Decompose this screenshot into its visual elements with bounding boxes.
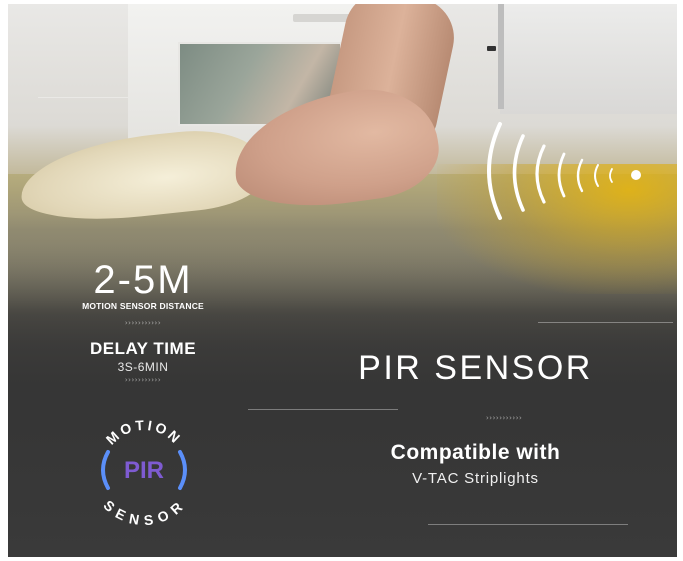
decorative-line [538, 322, 673, 323]
sensor-icon [487, 46, 496, 51]
badge-center-text: PIR [124, 457, 164, 484]
badge-left-bracket [101, 450, 110, 490]
specs-column: 2-5M MOTION SENSOR DISTANCE ››››››››››› … [68, 259, 218, 384]
delay-title: DELAY TIME [89, 339, 197, 358]
badge-top-arc-text: MOTION [103, 417, 186, 448]
decorative-line [428, 524, 628, 525]
background-wall [500, 4, 677, 114]
badge-right-bracket [178, 450, 187, 490]
product-title: PIR SENSOR [358, 349, 593, 387]
product-banner: 2-5M MOTION SENSOR DISTANCE ››››››››››› … [8, 4, 677, 557]
motion-pir-sensor-badge: MOTION SENSOR PIR [100, 417, 187, 526]
compatible-subtitle: V-TAC Striplights [412, 470, 539, 487]
sensor-strip [498, 4, 504, 109]
decorative-line [38, 97, 128, 98]
distance-caption: MOTION SENSOR DISTANCE [82, 301, 204, 311]
signal-waves-icon [487, 122, 641, 220]
separator-chevrons: ››››››››››› [486, 414, 523, 422]
separator-chevrons: ››››››››››› [124, 376, 162, 384]
badge-bottom-arc-text: SENSOR [100, 497, 187, 526]
separator-chevrons: ››››››››››› [124, 319, 162, 327]
decorative-line [248, 409, 398, 410]
distance-value: 2-5M [93, 258, 193, 302]
delay-value: 3S-6MIN [117, 360, 169, 374]
compatible-title: Compatible with [390, 441, 561, 464]
